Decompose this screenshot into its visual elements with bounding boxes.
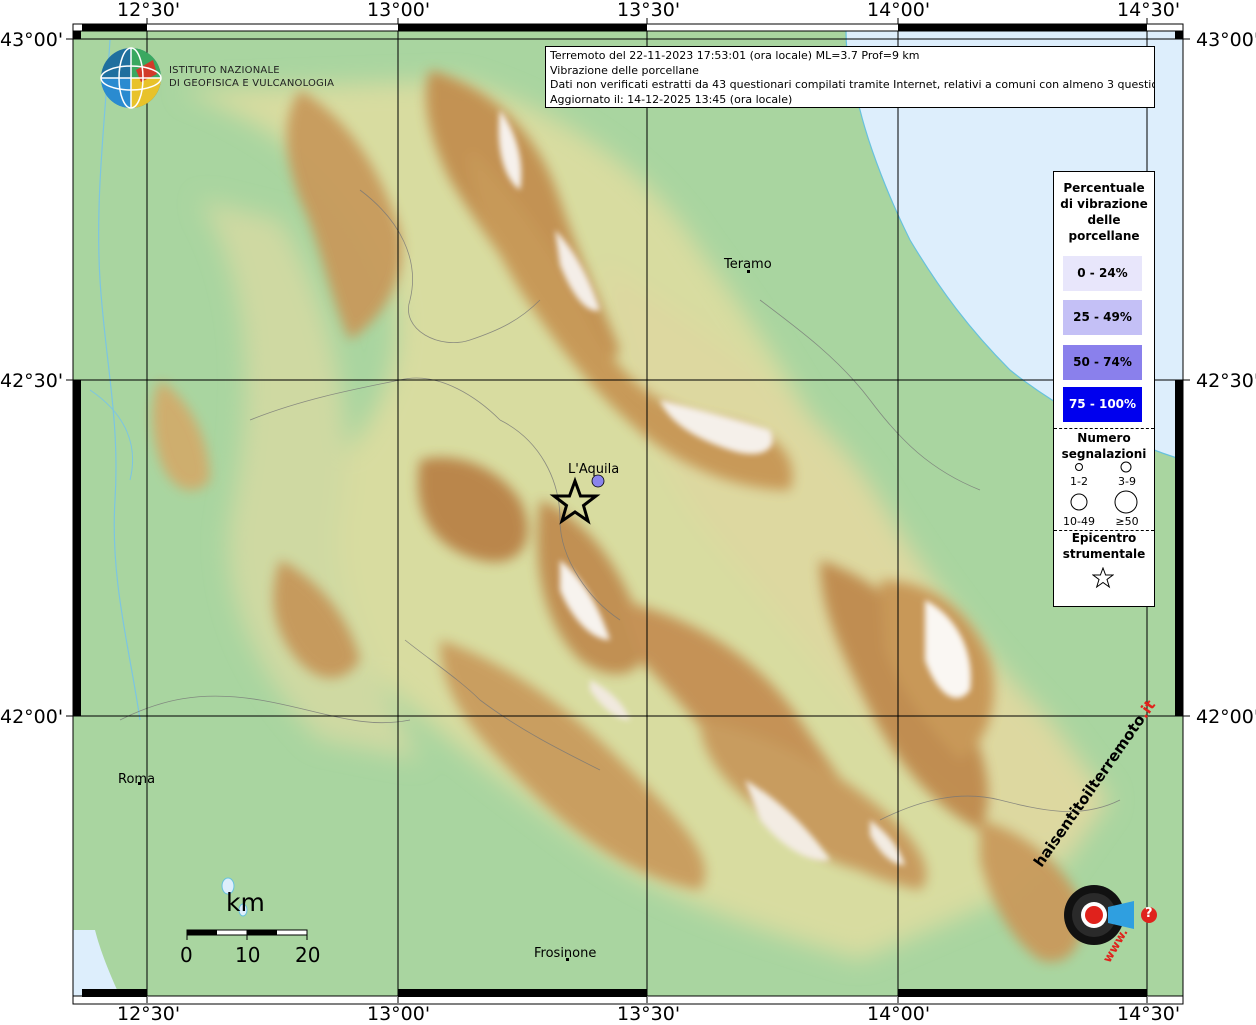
lon-label-top-1330: 13°30'	[617, 0, 681, 21]
lat-label-right-4300: 43°00'	[1196, 29, 1256, 51]
lat-label-left-4300: 43°00'	[0, 29, 64, 51]
legend-size-50plus: ≥50	[1115, 515, 1139, 528]
event-note: Dati non verificati estratti da 43 quest…	[550, 78, 1155, 91]
legend-size-1-2: 1-2	[1070, 475, 1088, 488]
legend-class-25-49: 25 - 49%	[1063, 300, 1142, 335]
legend-panel: Percentuale di vibrazione delle porcella…	[1053, 171, 1155, 607]
legend-star-icon	[1092, 567, 1114, 589]
scale-tick-0: 0	[180, 943, 193, 967]
scale-tick-20: 20	[295, 943, 321, 967]
legend-title-line3: delle	[1087, 213, 1121, 227]
legend-epicenter-line1: Epicentro	[1071, 531, 1137, 545]
ingv-line2: DI GEOFISICA E VULCANOLOGIA	[169, 78, 335, 89]
lon-label-top-1400: 14°00'	[867, 0, 931, 21]
event-title: Terremoto del 22-11-2023 17:53:01 (ora l…	[550, 49, 920, 62]
watermark-question: ?	[1145, 906, 1153, 921]
lat-label-left-4230: 42°30'	[0, 370, 64, 392]
legend-count-title: Numero segnalazioni	[1054, 430, 1154, 462]
legend-size-circles	[1070, 461, 1138, 514]
legend-class-0-24: 0 - 24%	[1063, 256, 1142, 291]
ingv-logo-text: ISTITUTO NAZIONALE DI GEOFISICA E VULCAN…	[169, 64, 334, 90]
legend-title-line1: Percentuale	[1063, 181, 1145, 195]
legend-title-line2: di vibrazione	[1060, 197, 1148, 211]
legend-separator	[1054, 428, 1154, 429]
lat-label-right-4200: 42°00'	[1196, 706, 1256, 728]
legend-epicenter-line2: strumentale	[1062, 547, 1146, 561]
legend-title-line4: porcellane	[1068, 229, 1140, 243]
scale-tick-10: 10	[235, 943, 261, 967]
legend-class-75-100: 75 - 100%	[1063, 387, 1142, 422]
lon-label-bottom-1230: 12°30'	[117, 1003, 181, 1025]
lon-label-bottom-1300: 13°00'	[367, 1003, 431, 1025]
lat-label-right-4230: 42°30'	[1196, 370, 1256, 392]
legend-size-10-49: 10-49	[1063, 515, 1095, 528]
lon-label-top-1230: 12°30'	[117, 0, 181, 21]
legend-title: Percentuale di vibrazione delle porcella…	[1054, 180, 1154, 244]
lon-label-top-1300: 13°00'	[367, 0, 431, 21]
legend-class-50-74: 50 - 74%	[1063, 345, 1142, 380]
event-subtitle: Vibrazione delle porcellane	[550, 63, 699, 77]
legend-count-line1: Numero	[1077, 431, 1131, 445]
event-info-box: Terremoto del 22-11-2023 17:53:01 (ora l…	[545, 46, 1155, 108]
scale-unit: km	[226, 888, 265, 917]
legend-epicenter-title: Epicentro strumentale	[1054, 530, 1154, 562]
city-label-teramo: Teramo	[724, 257, 772, 272]
city-label-roma: Roma	[118, 772, 156, 787]
lon-label-bottom-1430: 14°30'	[1117, 1003, 1181, 1025]
city-label-frosinone: Frosinone	[534, 946, 597, 961]
lat-label-left-4200: 42°00'	[0, 706, 64, 728]
event-updated: Aggiornato il: 14-12-2025 13:45 (ora loc…	[550, 92, 793, 106]
lon-label-top-1430: 14°30'	[1117, 0, 1181, 21]
city-label-laquila: L'Aquila	[568, 462, 620, 477]
lon-label-bottom-1330: 13°30'	[617, 1003, 681, 1025]
lon-label-bottom-1400: 14°00'	[867, 1003, 931, 1025]
ingv-line1: ISTITUTO NAZIONALE	[169, 65, 280, 76]
ingv-globe-icon	[100, 47, 162, 109]
legend-size-3-9: 3-9	[1118, 475, 1136, 488]
terrain-layer	[73, 31, 1183, 996]
